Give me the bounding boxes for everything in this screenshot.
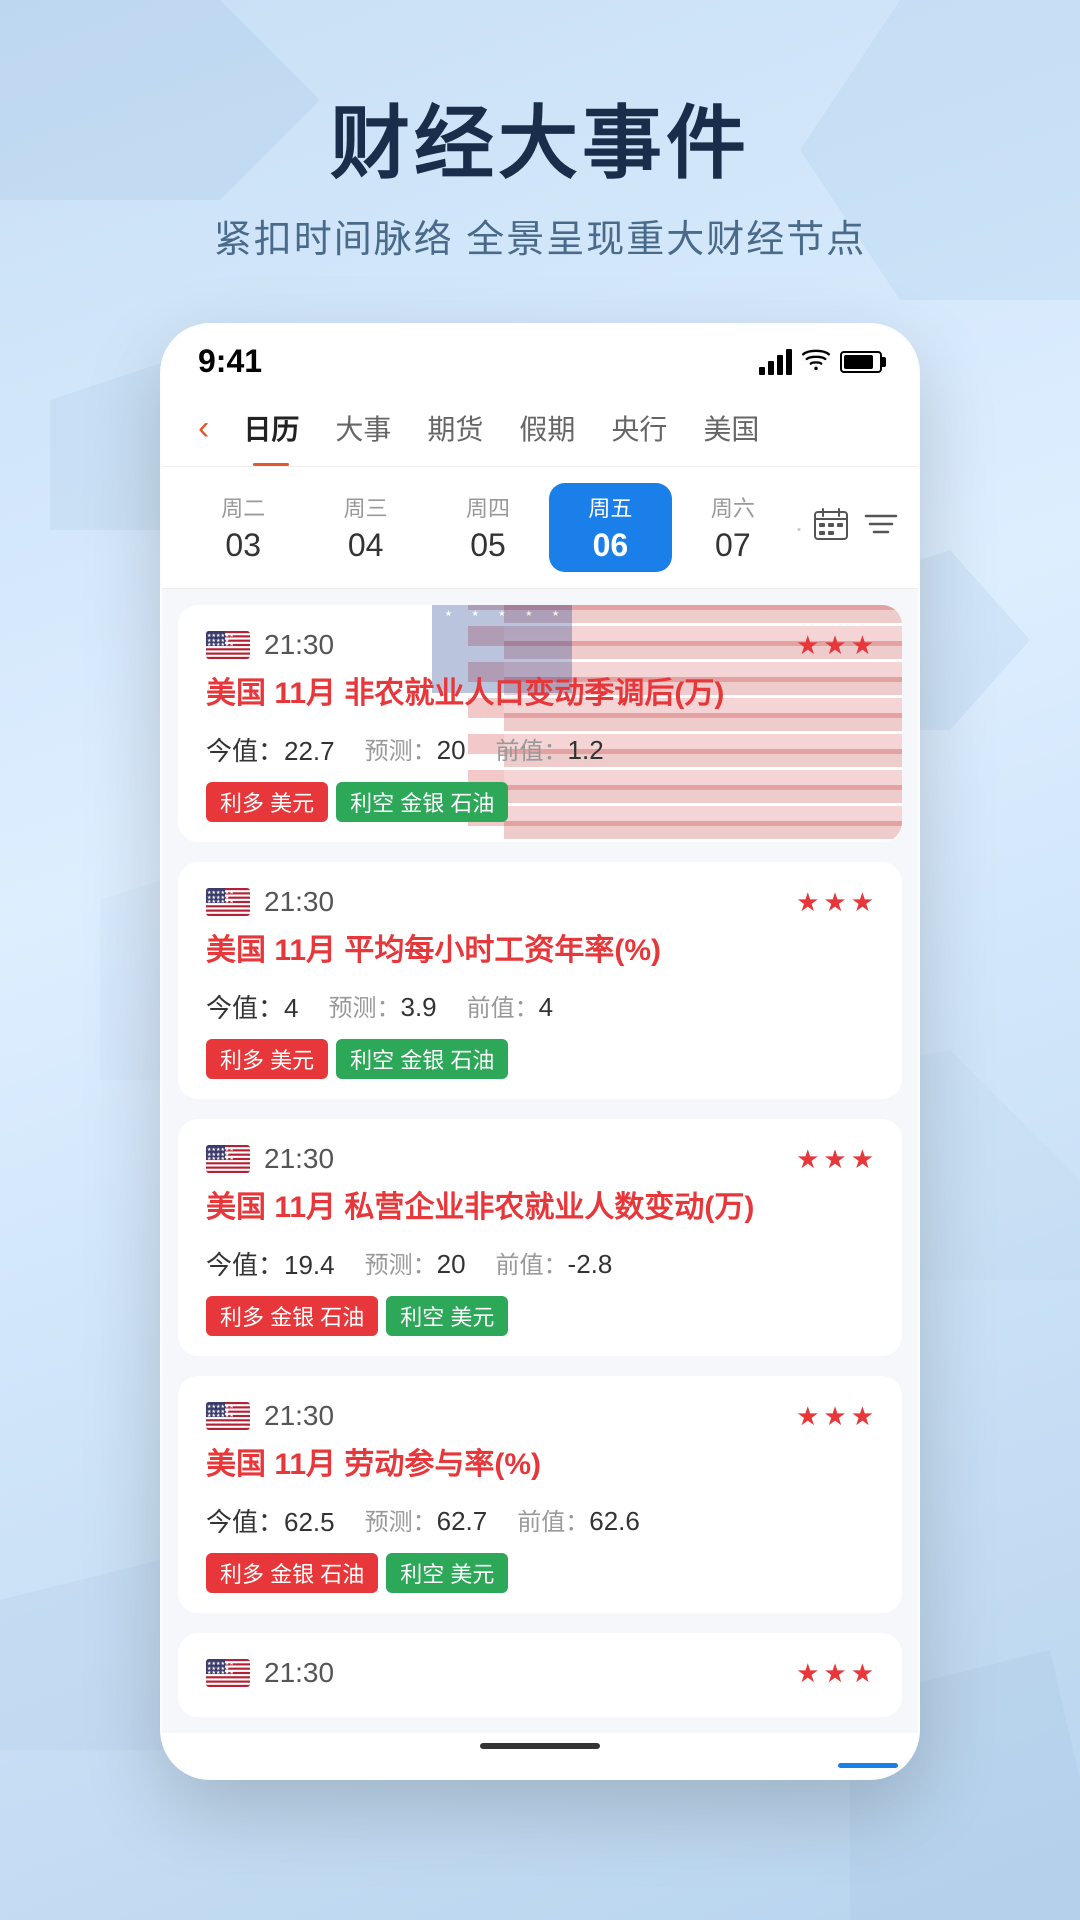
us-flag-icon-5: ★★★★★★ ★★★★★ ★★★★★★ bbox=[206, 1659, 250, 1687]
tag-bearish-2: 利空 金银 石油 bbox=[336, 1039, 508, 1079]
tab-events[interactable]: 大事 bbox=[317, 390, 409, 466]
event-forecast-3: 预测：20 bbox=[365, 1245, 466, 1282]
back-button[interactable]: ‹ bbox=[182, 393, 225, 464]
event-tags-2: 利多 美元 利空 金银 石油 bbox=[206, 1039, 874, 1079]
event-time-2: 21:30 bbox=[264, 886, 334, 918]
tag-bearish-3: 利空 美元 bbox=[386, 1296, 508, 1336]
tab-futures[interactable]: 期货 bbox=[409, 390, 501, 466]
date-actions bbox=[804, 508, 898, 547]
event-time-4: 21:30 bbox=[264, 1400, 334, 1432]
status-icons bbox=[759, 348, 882, 376]
tab-usa[interactable]: 美国 bbox=[685, 390, 777, 466]
event-title-4: 美国 11月 劳动参与率(%) bbox=[206, 1444, 874, 1486]
event-time-3: 21:30 bbox=[264, 1143, 334, 1175]
us-flag-icon-2: ★★★★★★ ★★★★★ ★★★★★★ bbox=[206, 888, 250, 916]
nav-tabs: ‹ 日历 大事 期货 假期 央行 美国 bbox=[162, 390, 918, 467]
event-tags-1: 利多 美元 利空 金银 石油 bbox=[206, 782, 874, 822]
svg-text:★★★★★★: ★★★★★★ bbox=[207, 1156, 234, 1162]
event-current-1: 今值：22.7 bbox=[206, 731, 335, 768]
us-flag-icon-3: ★★★★★★ ★★★★★ ★★★★★★ bbox=[206, 1145, 250, 1173]
event-current-4: 今值：62.5 bbox=[206, 1502, 335, 1539]
event-title-1: 美国 11月 非农就业人口变动季调后(万) bbox=[206, 673, 874, 715]
event-time-1: 21:30 bbox=[264, 629, 334, 661]
event-previous-4: 前值：62.6 bbox=[517, 1502, 640, 1539]
page-subtitle: 紧扣时间脉络 全景呈现重大财经节点 bbox=[0, 208, 1080, 263]
event-forecast-1: 预测：20 bbox=[365, 731, 466, 768]
us-flag-icon-4: ★★★★★★ ★★★★★ ★★★★★★ bbox=[206, 1402, 250, 1430]
event-card-2[interactable]: ★★★★★★ ★★★★★ ★★★★★★ 21:30 ★ ★ ★ 美国 11 bbox=[178, 862, 902, 1099]
date-item-07[interactable]: 周六 07 bbox=[672, 483, 794, 572]
event-card-3[interactable]: ★★★★★★ ★★★★★ ★★★★★★ 21:30 ★ ★ ★ 美国 11 bbox=[178, 1119, 902, 1356]
event-forecast-4: 预测：62.7 bbox=[365, 1502, 488, 1539]
tab-holidays[interactable]: 假期 bbox=[501, 390, 593, 466]
stars-rating-5: ★ ★ ★ bbox=[796, 1658, 874, 1689]
event-tags-3: 利多 金银 石油 利空 美元 bbox=[206, 1296, 874, 1336]
event-previous-2: 前值：4 bbox=[467, 988, 553, 1025]
status-time: 9:41 bbox=[198, 343, 262, 380]
event-current-3: 今值：19.4 bbox=[206, 1245, 335, 1282]
signal-icon bbox=[759, 349, 792, 375]
event-title-2: 美国 11月 平均每小时工资年率(%) bbox=[206, 930, 874, 972]
event-time-5: 21:30 bbox=[264, 1657, 334, 1689]
tab-central-bank[interactable]: 央行 bbox=[593, 390, 685, 466]
filter-icon[interactable] bbox=[864, 510, 898, 545]
tag-bullish-3: 利多 金银 石油 bbox=[206, 1296, 378, 1336]
date-selector: 周二 03 周三 04 周四 05 周五 06 bbox=[162, 467, 918, 589]
stars-rating-3: ★ ★ ★ bbox=[796, 1144, 874, 1175]
date-item-04[interactable]: 周三 04 bbox=[304, 483, 426, 572]
svg-text:★★★★★★: ★★★★★★ bbox=[207, 1670, 234, 1676]
date-item-06[interactable]: 周五 06 bbox=[549, 483, 671, 572]
battery-icon bbox=[840, 351, 882, 373]
events-list: ★ ★ ★ ★ ★ bbox=[162, 589, 918, 1733]
event-forecast-2: 预测：3.9 bbox=[328, 988, 436, 1025]
event-title-3: 美国 11月 私营企业非农就业人数变动(万) bbox=[206, 1187, 874, 1229]
event-card-5[interactable]: ★★★★★★ ★★★★★ ★★★★★★ 21:30 ★ ★ ★ bbox=[178, 1633, 902, 1717]
stars-rating-4: ★ ★ ★ bbox=[796, 1401, 874, 1432]
stars-rating-2: ★ ★ ★ bbox=[796, 887, 874, 918]
event-current-2: 今值：4 bbox=[206, 988, 298, 1025]
event-previous-3: 前值：-2.8 bbox=[496, 1245, 613, 1282]
date-item-03[interactable]: 周二 03 bbox=[182, 483, 304, 572]
page-title: 财经大事件 bbox=[0, 100, 1080, 188]
status-bar: 9:41 bbox=[162, 325, 918, 390]
wifi-icon bbox=[802, 348, 830, 376]
tag-bullish-2: 利多 美元 bbox=[206, 1039, 328, 1079]
event-card-1[interactable]: ★ ★ ★ ★ ★ bbox=[178, 605, 902, 842]
scroll-indicator bbox=[838, 1763, 898, 1768]
tab-calendar[interactable]: 日历 bbox=[225, 390, 317, 466]
tag-bullish-usd-1: 利多 美元 bbox=[206, 782, 328, 822]
tag-bearish-4: 利空 美元 bbox=[386, 1553, 508, 1593]
calendar-icon[interactable] bbox=[814, 508, 848, 547]
tag-bearish-1: 利空 金银 石油 bbox=[336, 782, 508, 822]
date-item-05[interactable]: 周四 05 bbox=[427, 483, 549, 572]
date-separator: · bbox=[794, 512, 804, 544]
us-flag-icon: ★★★★★★ ★★★★★ ★★★★★★ bbox=[206, 631, 250, 659]
svg-text:★★★★★★: ★★★★★★ bbox=[207, 1413, 234, 1419]
event-tags-4: 利多 金银 石油 利空 美元 bbox=[206, 1553, 874, 1593]
phone-frame: 9:41 bbox=[160, 323, 920, 1780]
tag-bullish-4: 利多 金银 石油 bbox=[206, 1553, 378, 1593]
svg-text:★★★★★★: ★★★★★★ bbox=[207, 899, 234, 905]
event-previous-1: 前值：1.2 bbox=[496, 731, 604, 768]
event-card-4[interactable]: ★★★★★★ ★★★★★ ★★★★★★ 21:30 ★ ★ ★ 美国 11 bbox=[178, 1376, 902, 1613]
stars-rating-1: ★ ★ ★ bbox=[796, 630, 874, 661]
svg-text:★★★★★★: ★★★★★★ bbox=[207, 642, 234, 648]
home-indicator bbox=[480, 1743, 600, 1749]
